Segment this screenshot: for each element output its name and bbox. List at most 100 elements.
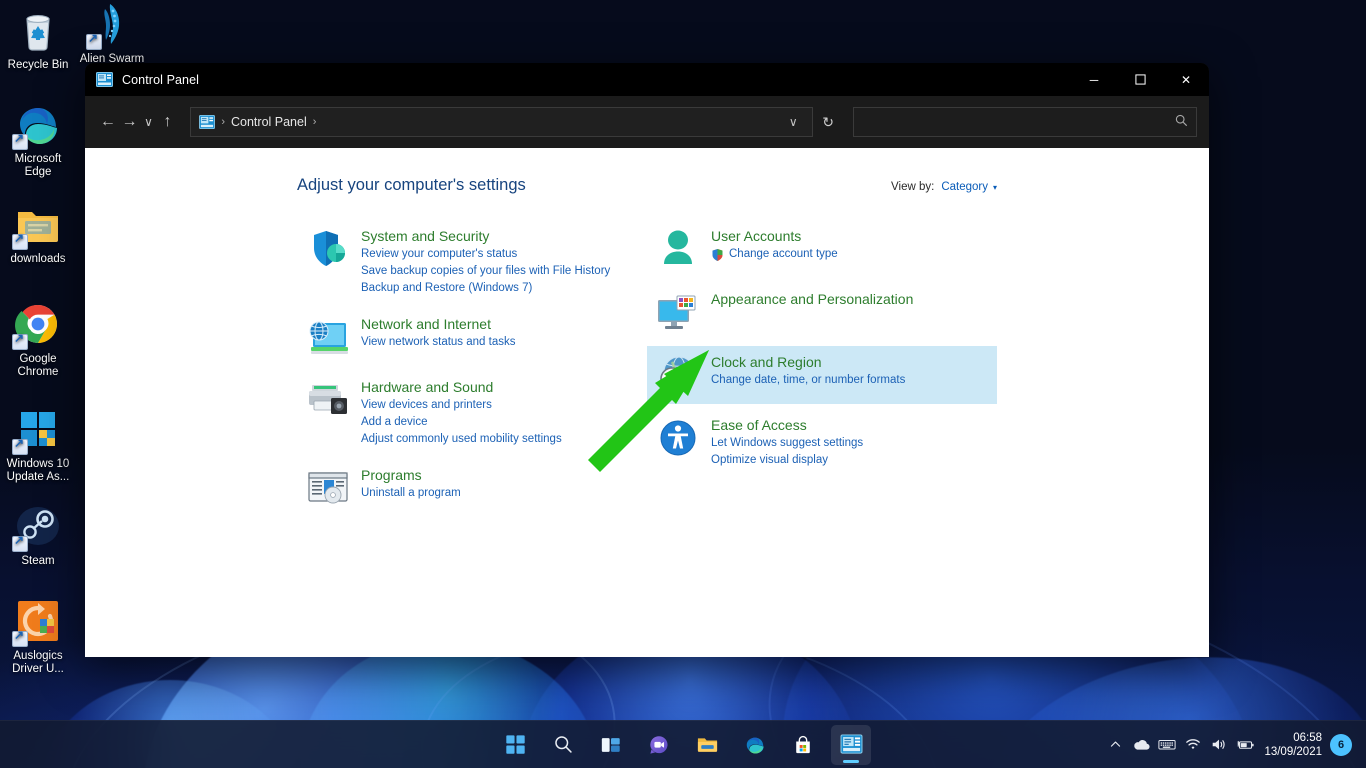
category-title[interactable]: System and Security: [361, 227, 610, 246]
taskbar-chat-button[interactable]: [639, 725, 679, 765]
microsoft-edge-icon: [14, 100, 62, 148]
system-tray: 06:58 13/09/2021 6: [1102, 721, 1366, 768]
clock-time: 06:58: [1264, 731, 1322, 745]
network-icon: [305, 314, 351, 360]
control-panel-content: Adjust your computer's settings View by:…: [85, 148, 1209, 657]
control-panel-window: Control Panel ─ ✕ ← → ∨ ↑: [85, 63, 1209, 657]
breadcrumb-control-panel[interactable]: Control Panel: [231, 115, 307, 129]
taskbar-microsoft-store-button[interactable]: [783, 725, 823, 765]
back-button[interactable]: ←: [97, 106, 119, 138]
search-input[interactable]: [862, 115, 1175, 129]
folder-icon: [14, 200, 62, 248]
address-bar[interactable]: › Control Panel › ∨: [190, 107, 813, 137]
category-title[interactable]: User Accounts: [711, 227, 838, 246]
keyboard-icon[interactable]: [1154, 730, 1180, 760]
recycle-bin-icon: [14, 6, 62, 54]
desktop-icon-auslogics-driver-updater[interactable]: Auslogics Driver U...: [0, 597, 76, 676]
clock-date: 13/09/2021: [1264, 745, 1322, 759]
taskbar-microsoft-edge-button[interactable]: [735, 725, 775, 765]
view-by-value[interactable]: Category: [941, 181, 988, 193]
category-hardware-and-sound[interactable]: Hardware and Sound View devices and prin…: [297, 371, 647, 454]
alien-swarm-icon: [88, 0, 136, 48]
desktop-icon-downloads[interactable]: downloads: [0, 200, 76, 266]
category-clock-and-region[interactable]: Clock and Region Change date, time, or n…: [647, 346, 997, 404]
category-title[interactable]: Hardware and Sound: [361, 378, 562, 397]
category-system-and-security[interactable]: System and Security Review your computer…: [297, 220, 647, 303]
chevron-down-icon[interactable]: ▾: [993, 183, 997, 192]
battery-icon[interactable]: [1232, 730, 1258, 760]
taskbar-task-view-button[interactable]: [591, 725, 631, 765]
desktop-icon-alien-swarm[interactable]: Alien Swarm: [74, 0, 150, 66]
category-link-change-account-type[interactable]: Change account type: [711, 246, 838, 263]
up-button[interactable]: ↑: [157, 106, 179, 138]
breadcrumb-separator: ›: [221, 116, 225, 128]
desktop-icon-windows-10-update-assistant[interactable]: Windows 10 Update As...: [0, 405, 76, 484]
category-link[interactable]: View devices and printers: [361, 397, 562, 414]
category-user-accounts[interactable]: User Accounts: [647, 220, 997, 278]
maximize-button[interactable]: [1117, 63, 1163, 96]
taskbar: 06:58 13/09/2021 6: [0, 720, 1366, 768]
printer-icon: [305, 377, 351, 423]
category-link[interactable]: Add a device: [361, 414, 562, 431]
category-programs[interactable]: Programs Uninstall a program: [297, 459, 647, 517]
user-accounts-icon: [655, 226, 701, 272]
desktop-icon-microsoft-edge[interactable]: Microsoft Edge: [0, 100, 76, 179]
search-icon: [1175, 114, 1188, 130]
category-ease-of-access[interactable]: Ease of Access Let Windows suggest setti…: [647, 409, 997, 475]
category-link[interactable]: View network status and tasks: [361, 334, 515, 351]
category-title[interactable]: Appearance and Personalization: [711, 290, 913, 309]
desktop-icon-steam[interactable]: Steam: [0, 502, 76, 568]
desktop-icon-recycle-bin[interactable]: Recycle Bin: [0, 6, 76, 72]
close-button[interactable]: ✕: [1163, 63, 1209, 96]
category-link[interactable]: Review your computer's status: [361, 246, 610, 263]
steam-icon: [14, 502, 62, 550]
category-link[interactable]: Change date, time, or number formats: [711, 372, 905, 389]
control-panel-icon: [199, 115, 215, 129]
refresh-button[interactable]: ↻: [817, 107, 839, 137]
desktop-icon-label: Google Chrome: [0, 353, 76, 379]
window-title: Control Panel: [122, 73, 199, 87]
taskbar-start-button[interactable]: [495, 725, 535, 765]
category-link[interactable]: Backup and Restore (Windows 7): [361, 280, 610, 297]
category-link[interactable]: Optimize visual display: [711, 452, 863, 469]
desktop-icon-label: Steam: [0, 555, 76, 568]
category-link[interactable]: Adjust commonly used mobility settings: [361, 431, 562, 448]
taskbar-file-explorer-button[interactable]: [687, 725, 727, 765]
show-hidden-icons-button[interactable]: [1102, 730, 1128, 760]
category-link[interactable]: Uninstall a program: [361, 485, 461, 502]
category-title[interactable]: Ease of Access: [711, 416, 863, 435]
category-column-right: User Accounts: [647, 220, 997, 522]
category-title[interactable]: Programs: [361, 466, 461, 485]
breadcrumb-separator-trailing[interactable]: ›: [313, 116, 317, 128]
onedrive-icon[interactable]: [1128, 730, 1154, 760]
taskbar-clock[interactable]: 06:58 13/09/2021: [1258, 731, 1330, 759]
forward-button[interactable]: →: [119, 106, 141, 138]
chevron-down-icon[interactable]: ∨: [780, 109, 806, 135]
desktop-icon-label: Recycle Bin: [0, 59, 76, 72]
view-by-label: View by:: [891, 181, 934, 193]
search-box[interactable]: [853, 107, 1197, 137]
wifi-icon[interactable]: [1180, 730, 1206, 760]
category-title[interactable]: Clock and Region: [711, 353, 905, 372]
taskbar-control-panel-button[interactable]: [831, 725, 871, 765]
desktop-icon-label: Windows 10 Update As...: [0, 458, 76, 484]
category-link[interactable]: Let Windows suggest settings: [711, 435, 863, 452]
taskbar-center-group: [495, 725, 871, 765]
recent-locations-button[interactable]: ∨: [140, 106, 156, 138]
ease-of-access-icon: [655, 415, 701, 461]
desktop-icon-label: Auslogics Driver U...: [0, 650, 76, 676]
taskbar-search-button[interactable]: [543, 725, 583, 765]
clock-region-icon: [655, 352, 701, 398]
category-appearance-and-personalization[interactable]: Appearance and Personalization: [647, 283, 997, 341]
window-titlebar[interactable]: Control Panel ─ ✕: [85, 63, 1209, 96]
category-network-and-internet[interactable]: Network and Internet View network status…: [297, 308, 647, 366]
category-link[interactable]: Save backup copies of your files with Fi…: [361, 263, 610, 280]
volume-icon[interactable]: [1206, 730, 1232, 760]
notification-badge[interactable]: 6: [1330, 734, 1352, 756]
desktop-icon-google-chrome[interactable]: Google Chrome: [0, 300, 76, 379]
view-by-control: View by: Category ▾: [891, 181, 997, 193]
minimize-button[interactable]: ─: [1071, 63, 1117, 96]
category-title[interactable]: Network and Internet: [361, 315, 515, 334]
windows-logo-icon: [14, 405, 62, 453]
page-title: Adjust your computer's settings: [297, 176, 526, 195]
